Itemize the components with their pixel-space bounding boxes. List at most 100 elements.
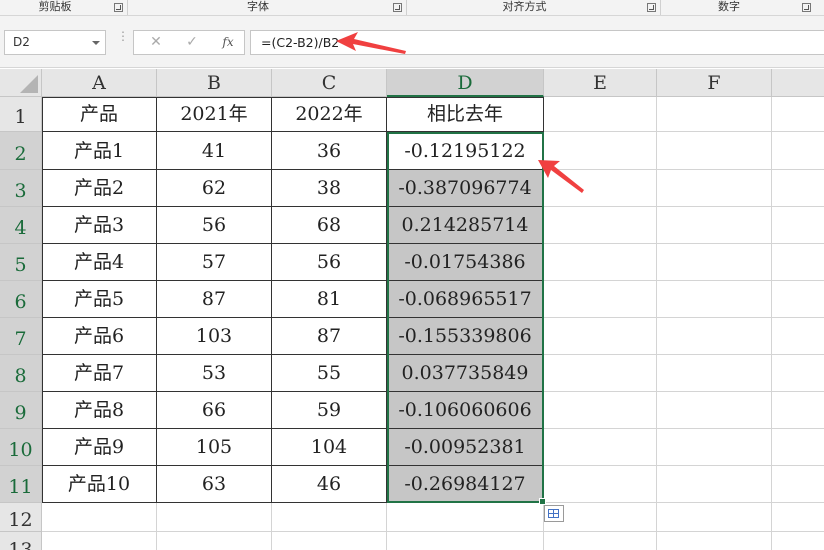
- table-header-cell[interactable]: 2021年: [157, 97, 272, 132]
- row-header-2[interactable]: 2: [0, 132, 42, 170]
- table-cell[interactable]: 产品9: [42, 429, 157, 466]
- cell-g6[interactable]: [772, 281, 824, 318]
- row-header-9[interactable]: 9: [0, 392, 42, 429]
- cell-b13[interactable]: [157, 532, 272, 550]
- cell-c13[interactable]: [272, 532, 387, 550]
- row-header-5[interactable]: 5: [0, 244, 42, 281]
- row-header-3[interactable]: 3: [0, 170, 42, 207]
- column-header-a[interactable]: A: [42, 69, 157, 97]
- table-cell[interactable]: 产品10: [42, 466, 157, 503]
- row-header-10[interactable]: 10: [0, 429, 42, 466]
- row-header-1[interactable]: 1: [0, 97, 42, 132]
- clipboard-launcher-icon[interactable]: [114, 3, 123, 12]
- font-launcher-icon[interactable]: [393, 3, 402, 12]
- cell-f2[interactable]: [657, 132, 772, 170]
- cell-f4[interactable]: [657, 207, 772, 244]
- cell-e9[interactable]: [544, 392, 657, 429]
- chevron-down-icon[interactable]: [92, 41, 100, 45]
- insert-function-icon[interactable]: fx: [216, 31, 240, 54]
- row-header-11[interactable]: 11: [0, 466, 42, 503]
- result-cell[interactable]: -0.068965517: [387, 281, 544, 318]
- cell-d13[interactable]: [387, 532, 544, 550]
- table-cell[interactable]: 59: [272, 392, 387, 429]
- cell-g4[interactable]: [772, 207, 824, 244]
- table-cell[interactable]: 55: [272, 355, 387, 392]
- table-cell[interactable]: 产品4: [42, 244, 157, 281]
- alignment-launcher-icon[interactable]: [647, 3, 656, 12]
- table-cell[interactable]: 63: [157, 466, 272, 503]
- cell-d12[interactable]: [387, 503, 544, 532]
- table-header-cell[interactable]: 2022年: [272, 97, 387, 132]
- table-cell[interactable]: 103: [157, 318, 272, 355]
- table-cell[interactable]: 56: [157, 207, 272, 244]
- row-header-13[interactable]: 13: [0, 532, 42, 550]
- cell-f9[interactable]: [657, 392, 772, 429]
- cell-a12[interactable]: [42, 503, 157, 532]
- table-cell[interactable]: 81: [272, 281, 387, 318]
- result-cell[interactable]: -0.00952381: [387, 429, 544, 466]
- table-cell[interactable]: 产品8: [42, 392, 157, 429]
- row-header-4[interactable]: 4: [0, 207, 42, 244]
- result-cell[interactable]: -0.387096774: [387, 170, 544, 207]
- table-cell[interactable]: 产品1: [42, 132, 157, 170]
- table-cell[interactable]: 38: [272, 170, 387, 207]
- column-header-d[interactable]: D: [387, 69, 544, 97]
- column-header-c[interactable]: C: [272, 69, 387, 97]
- row-header-8[interactable]: 8: [0, 355, 42, 392]
- cell-e7[interactable]: [544, 318, 657, 355]
- cell-e11[interactable]: [544, 466, 657, 503]
- cell-g12[interactable]: [772, 503, 824, 532]
- cell-g10[interactable]: [772, 429, 824, 466]
- table-cell[interactable]: 56: [272, 244, 387, 281]
- result-cell[interactable]: -0.155339806: [387, 318, 544, 355]
- cell-g9[interactable]: [772, 392, 824, 429]
- table-cell[interactable]: 68: [272, 207, 387, 244]
- cell-c12[interactable]: [272, 503, 387, 532]
- number-launcher-icon[interactable]: [802, 3, 811, 12]
- more-options-icon[interactable]: ⋮: [117, 30, 129, 50]
- cell-f8[interactable]: [657, 355, 772, 392]
- table-header-cell[interactable]: 相比去年: [387, 97, 544, 132]
- row-header-6[interactable]: 6: [0, 281, 42, 318]
- table-cell[interactable]: 53: [157, 355, 272, 392]
- cell-g1[interactable]: [772, 97, 824, 132]
- table-cell[interactable]: 产品6: [42, 318, 157, 355]
- cell-e10[interactable]: [544, 429, 657, 466]
- column-header-b[interactable]: B: [157, 69, 272, 97]
- cell-e3[interactable]: [544, 170, 657, 207]
- cell-e1[interactable]: [544, 97, 657, 132]
- cell-e4[interactable]: [544, 207, 657, 244]
- table-cell[interactable]: 66: [157, 392, 272, 429]
- result-cell[interactable]: -0.01754386: [387, 244, 544, 281]
- cell-g5[interactable]: [772, 244, 824, 281]
- column-header-e[interactable]: E: [544, 69, 657, 97]
- enter-icon[interactable]: ✓: [180, 31, 204, 54]
- cell-f1[interactable]: [657, 97, 772, 132]
- cell-a13[interactable]: [42, 532, 157, 550]
- fill-handle[interactable]: [539, 498, 546, 505]
- cell-f11[interactable]: [657, 466, 772, 503]
- table-cell[interactable]: 57: [157, 244, 272, 281]
- table-header-cell[interactable]: 产品: [42, 97, 157, 132]
- cell-e13[interactable]: [544, 532, 657, 550]
- cancel-icon[interactable]: ✕: [144, 31, 168, 54]
- cell-e6[interactable]: [544, 281, 657, 318]
- cell-f12[interactable]: [657, 503, 772, 532]
- table-cell[interactable]: 产品7: [42, 355, 157, 392]
- cell-g2[interactable]: [772, 132, 824, 170]
- cell-f13[interactable]: [657, 532, 772, 550]
- cell-e2[interactable]: [544, 132, 657, 170]
- table-cell[interactable]: 41: [157, 132, 272, 170]
- row-header-7[interactable]: 7: [0, 318, 42, 355]
- select-all-button[interactable]: [0, 69, 42, 97]
- cell-f6[interactable]: [657, 281, 772, 318]
- table-cell[interactable]: 产品5: [42, 281, 157, 318]
- column-header-g[interactable]: [772, 69, 824, 97]
- table-cell[interactable]: 105: [157, 429, 272, 466]
- row-header-12[interactable]: 12: [0, 503, 42, 532]
- cell-e8[interactable]: [544, 355, 657, 392]
- quick-analysis-button[interactable]: [544, 505, 564, 522]
- cell-g8[interactable]: [772, 355, 824, 392]
- table-cell[interactable]: 产品2: [42, 170, 157, 207]
- result-cell[interactable]: 0.037735849: [387, 355, 544, 392]
